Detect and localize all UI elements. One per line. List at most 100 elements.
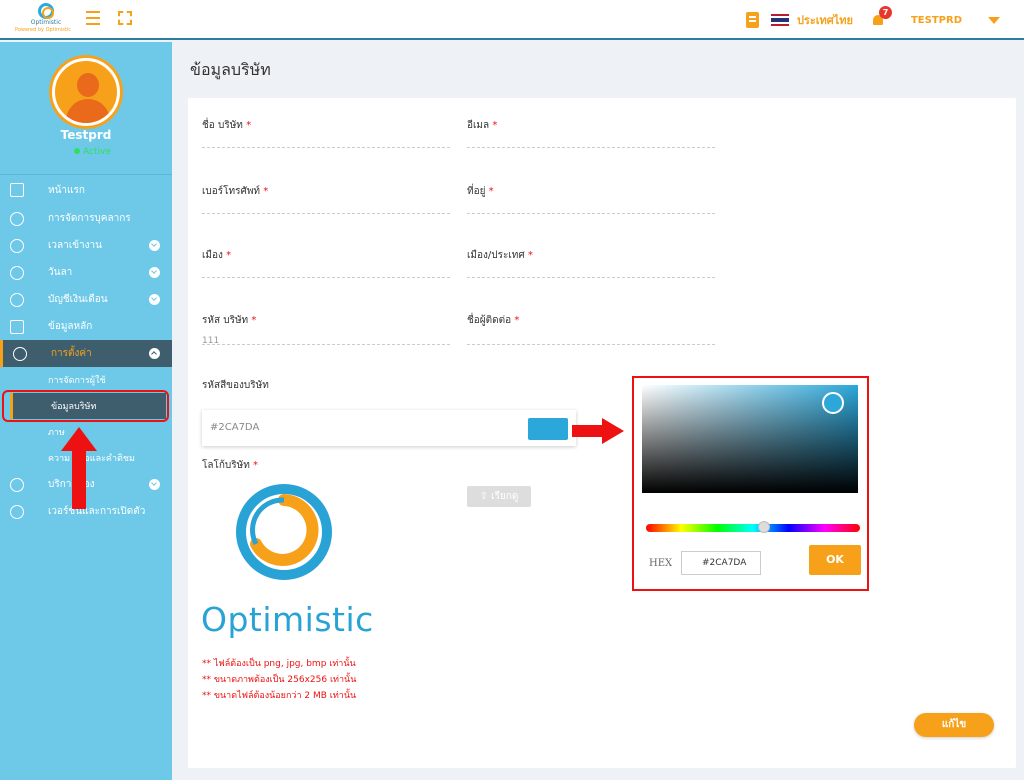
field-label: โลโก้บริษัท (202, 460, 250, 471)
browse-button-label: เรียกดู (491, 491, 519, 502)
logo-name: Optimistic (30, 19, 62, 26)
sidebar-item-label: การจัดการบุคลากร (48, 213, 131, 224)
required-mark: * (488, 186, 494, 197)
chevron-down-icon[interactable] (149, 479, 160, 490)
company-name-field[interactable]: ชื่อ บริษัท * (202, 118, 450, 148)
document-icon[interactable] (745, 12, 759, 28)
sidebar-item-home[interactable]: หน้าแรก (0, 175, 172, 205)
profile-name: Testprd (60, 128, 112, 142)
chevron-down-icon[interactable] (149, 240, 160, 251)
hue-slider[interactable] (646, 521, 860, 533)
highlight-box (2, 390, 169, 422)
field-label: อีเมล (467, 120, 490, 131)
status-badge: Active (74, 147, 111, 157)
required-mark: * (263, 186, 269, 197)
field-label: ที่อยู่ (467, 186, 486, 197)
top-bar: Optimistic Powered by Optimistic ประเทศไ… (0, 0, 1024, 40)
required-mark: * (514, 315, 520, 326)
edit-button[interactable]: แก้ไข (914, 713, 994, 737)
saturation-area[interactable] (642, 385, 858, 493)
company-code-field[interactable]: รหัส บริษัท * 111 (202, 313, 450, 346)
sidebar-item-leave[interactable]: วันลา (0, 259, 172, 286)
sidebar-item-master-data[interactable]: ข้อมูลหลัก (0, 313, 172, 340)
calendar-icon (10, 265, 24, 280)
chevron-up-icon[interactable] (149, 348, 160, 359)
country-field[interactable]: เมือง/ประเทศ * (467, 248, 715, 278)
sidebar-item-label: วันลา (48, 267, 73, 278)
clock-icon (10, 238, 24, 253)
phone-field[interactable]: เบอร์โทรศัพท์ * (202, 184, 450, 214)
fullscreen-icon[interactable] (118, 11, 132, 25)
arrow-up-icon (61, 427, 97, 509)
company-logo-label: โลโก้บริษัท * (202, 458, 258, 473)
saturation-handle[interactable] (822, 392, 844, 414)
sidebar-item-label: เวลาเข้างาน (48, 240, 102, 251)
sidebar-subitem-label: การจัดการผู้ใช้ (48, 376, 106, 386)
notification-bell-icon[interactable]: 7 (871, 6, 892, 28)
email-field[interactable]: อีเมล * (467, 118, 715, 148)
field-label: รหัส บริษัท (202, 315, 249, 326)
sidebar-item-settings[interactable]: การตั้งค่า (0, 340, 172, 367)
sidebar-item-label: บัญชีเงินเดือน (48, 294, 108, 305)
required-mark: * (226, 250, 232, 261)
version-icon (10, 504, 24, 519)
company-code-value: 111 (202, 336, 220, 346)
chevron-down-icon[interactable] (988, 16, 1000, 24)
username[interactable]: TESTPRD (911, 15, 962, 26)
briefcase-icon (10, 319, 24, 334)
field-label: เมือง (202, 250, 223, 261)
field-label: เมือง/ประเทศ (467, 250, 525, 261)
notification-badge: 7 (878, 6, 892, 19)
avatar (52, 58, 120, 126)
company-logo-text: Optimistic (201, 600, 374, 639)
required-mark: * (251, 315, 257, 326)
upload-note: ** ขนาดภาพต้องเป็น 256x256 เท่านั้น (202, 675, 357, 685)
required-mark: * (253, 460, 259, 471)
sidebar-item-label: การตั้งค่า (51, 348, 92, 359)
thai-flag-icon[interactable] (770, 14, 789, 26)
color-picker-popup: HEX #2CA7DA OK (632, 376, 869, 591)
user-icon (10, 477, 24, 492)
company-color-label: รหัสสีของบริษัท (202, 380, 269, 391)
language-selector[interactable]: ประเทศไทย (797, 11, 853, 29)
home-icon (10, 183, 24, 197)
field-label: ชื่อ บริษัท (202, 120, 243, 131)
hex-input[interactable]: #2CA7DA (681, 551, 761, 575)
company-logo-image (236, 484, 332, 580)
logo-subtitle: Powered by Optimistic (15, 27, 71, 33)
logo-ring-icon (38, 3, 54, 19)
upload-note: ** ไฟล์ต้องเป็น png, jpg, bmp เท่านั้น (202, 659, 356, 669)
upload-note: ** ขนาดไฟล์ต้องน้อยกว่า 2 MB เท่านั้น (202, 691, 357, 701)
people-icon (10, 211, 24, 226)
contact-name-field[interactable]: ชื่อผู้ติดต่อ * (467, 313, 715, 345)
required-mark: * (246, 120, 252, 131)
ok-button[interactable]: OK (809, 545, 861, 575)
city-field[interactable]: เมือง * (202, 248, 450, 278)
company-color-input[interactable]: #2CA7DA (202, 410, 576, 446)
required-mark: * (527, 250, 533, 261)
field-label: เบอร์โทรศัพท์ (202, 186, 261, 197)
app-logo[interactable]: Optimistic Powered by Optimistic (15, 3, 72, 33)
dollar-icon (10, 292, 24, 307)
page-title: ข้อมูลบริษัท (190, 60, 271, 79)
top-right-actions: ประเทศไทย 7 TESTPRD (745, 6, 1000, 30)
sidebar-item-payroll[interactable]: บัญชีเงินเดือน (0, 286, 172, 313)
chevron-down-icon[interactable] (149, 267, 160, 278)
chevron-down-icon[interactable] (149, 294, 160, 305)
sidebar-item-label: ข้อมูลหลัก (48, 321, 93, 332)
gear-icon (13, 346, 27, 361)
hue-slider-thumb[interactable] (758, 521, 770, 533)
sidebar-item-attendance[interactable]: เวลาเข้างาน (0, 232, 172, 259)
address-field[interactable]: ที่อยู่ * (467, 184, 715, 214)
hex-label: HEX (649, 558, 673, 569)
sidebar-item-label: หน้าแรก (48, 184, 85, 196)
field-label: ชื่อผู้ติดต่อ (467, 315, 512, 326)
sidebar-item-personnel[interactable]: การจัดการบุคลากร (0, 205, 172, 232)
color-swatch[interactable] (528, 418, 568, 440)
browse-button[interactable]: ⇪ เรียกดู (467, 486, 531, 507)
required-mark: * (492, 120, 498, 131)
upload-notes: ** ไฟล์ต้องเป็น png, jpg, bmp เท่านั้น *… (202, 656, 356, 704)
arrow-right-icon (572, 418, 624, 444)
color-hex-value: #2CA7DA (210, 422, 260, 433)
hamburger-menu-icon[interactable] (86, 11, 100, 25)
